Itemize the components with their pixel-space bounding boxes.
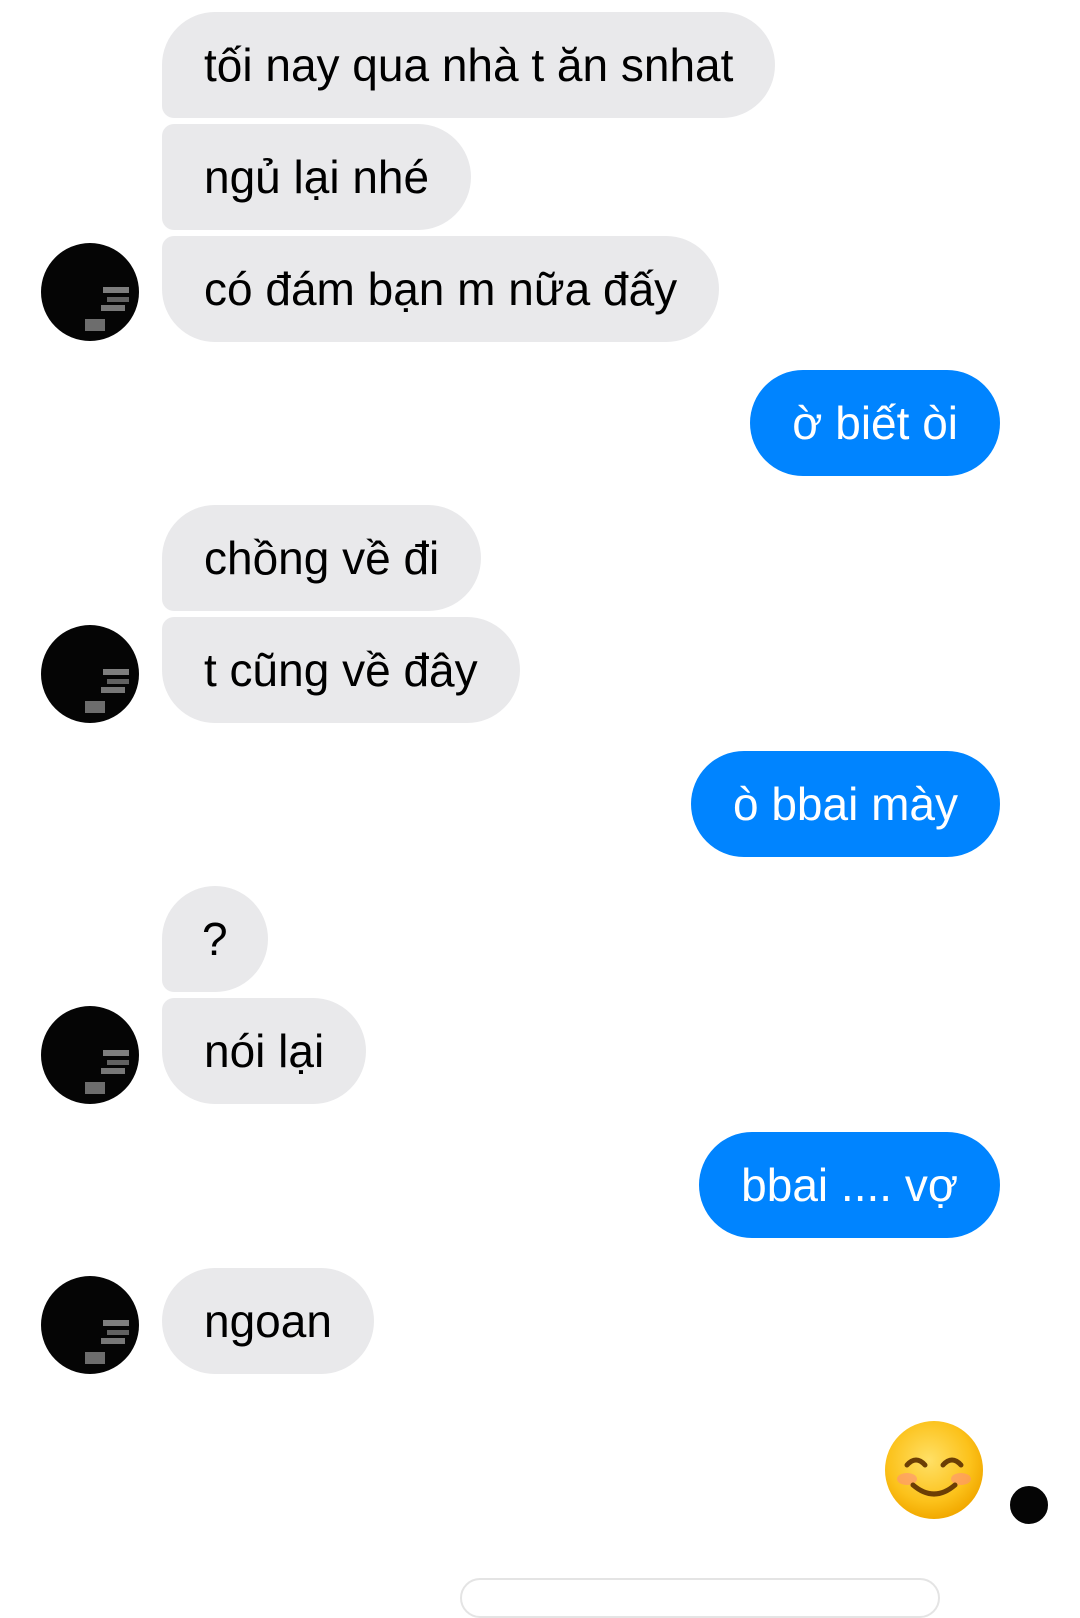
message-composer-edge[interactable] xyxy=(460,1578,940,1618)
contact-avatar-image xyxy=(85,1050,129,1094)
incoming-message-bubble[interactable]: ? xyxy=(162,886,268,992)
contact-avatar-image xyxy=(85,287,129,331)
incoming-message-bubble[interactable]: nói lại xyxy=(162,998,367,1104)
contact-avatar[interactable] xyxy=(41,243,139,341)
incoming-message-bubble[interactable]: ngủ lại nhé xyxy=(162,124,472,230)
smiling-face-with-smiling-eyes-icon[interactable] xyxy=(883,1419,985,1521)
incoming-message-bubble[interactable]: chồng về đi xyxy=(162,505,482,611)
contact-avatar-image xyxy=(85,669,129,713)
incoming-message-bubble[interactable]: ngoan xyxy=(162,1268,374,1374)
outgoing-message-bubble[interactable]: ờ biết òi xyxy=(750,370,1000,476)
contact-avatar-image xyxy=(85,1320,129,1364)
incoming-message-bubble[interactable]: t cũng về đây xyxy=(162,617,520,723)
contact-avatar[interactable] xyxy=(41,625,139,723)
incoming-message-bubble[interactable]: tối nay qua nhà t ăn snhat xyxy=(162,12,776,118)
incoming-message-bubble[interactable]: có đám bạn m nữa đấy xyxy=(162,236,720,342)
outgoing-message-bubble[interactable]: ò bbai mày xyxy=(690,751,1000,857)
read-receipt-avatar xyxy=(1008,1484,1050,1526)
contact-avatar[interactable] xyxy=(41,1006,139,1104)
contact-avatar[interactable] xyxy=(41,1276,139,1374)
outgoing-message-bubble[interactable]: bbai .... vợ xyxy=(699,1132,1000,1238)
